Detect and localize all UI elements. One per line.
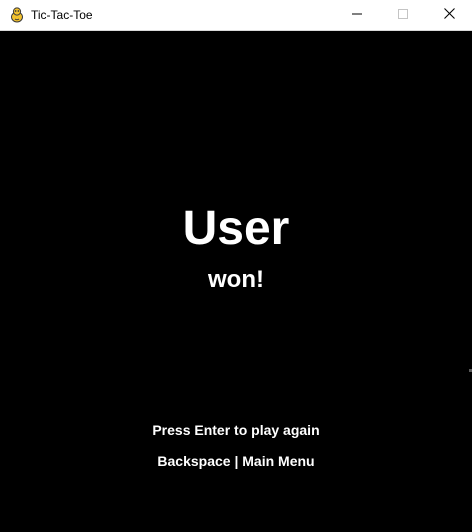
title-bar[interactable]: Tic-Tac-Toe bbox=[0, 0, 472, 31]
window-title: Tic-Tac-Toe bbox=[31, 8, 93, 22]
main-menu-instruction: Backspace | Main Menu bbox=[157, 453, 315, 469]
pygame-snake-icon bbox=[9, 7, 25, 23]
game-window: Tic-Tac-Toe User won! Press Enter to pla… bbox=[0, 0, 472, 532]
minimize-button[interactable] bbox=[334, 0, 380, 30]
close-icon bbox=[443, 6, 455, 24]
winner-name: User bbox=[182, 202, 290, 255]
maximize-button[interactable] bbox=[380, 0, 426, 30]
maximize-icon bbox=[398, 6, 408, 24]
game-canvas[interactable]: User won! Press Enter to play again Back… bbox=[0, 31, 472, 532]
play-again-instruction: Press Enter to play again bbox=[152, 422, 320, 438]
close-button[interactable] bbox=[426, 0, 472, 30]
minimize-icon bbox=[352, 6, 362, 24]
winner-suffix: won! bbox=[208, 266, 264, 293]
